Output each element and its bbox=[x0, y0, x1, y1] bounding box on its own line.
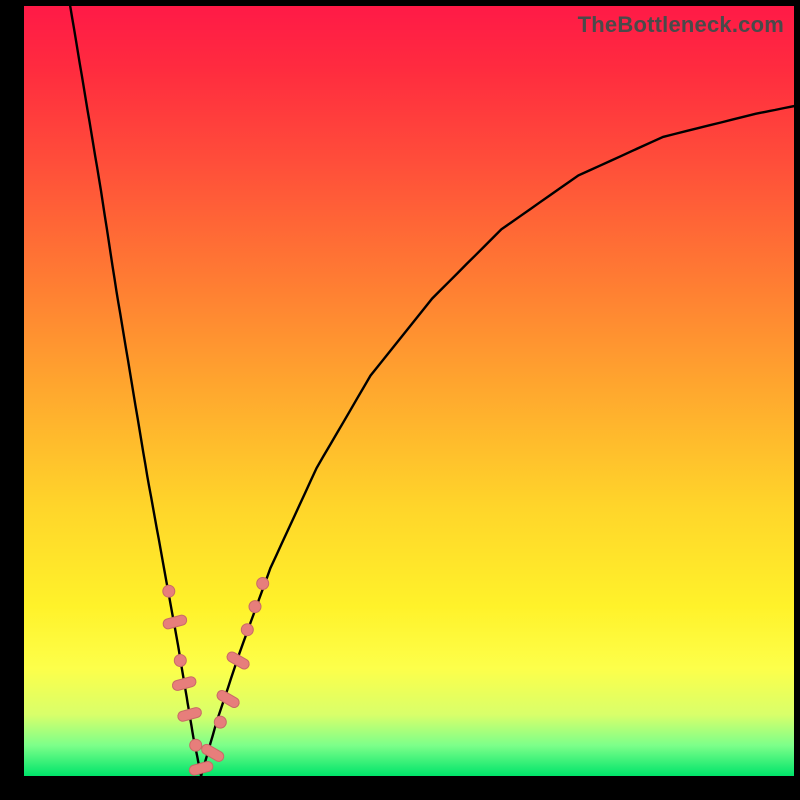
curve-marker bbox=[241, 624, 253, 636]
chart-plot-area: TheBottleneck.com bbox=[24, 6, 794, 776]
curve-marker bbox=[190, 739, 202, 751]
chart-frame: TheBottleneck.com bbox=[0, 0, 800, 800]
chart-svg bbox=[24, 6, 794, 776]
curve-marker bbox=[177, 706, 203, 722]
right-branch-curve bbox=[201, 106, 794, 776]
curve-marker bbox=[188, 760, 214, 776]
curve-marker bbox=[225, 650, 251, 671]
curve-marker bbox=[162, 614, 188, 630]
curve-marker bbox=[249, 601, 261, 613]
curve-marker bbox=[257, 578, 269, 590]
curve-marker bbox=[200, 743, 226, 764]
curve-marker bbox=[174, 655, 186, 667]
curve-marker bbox=[214, 716, 226, 728]
marker-group bbox=[162, 578, 269, 777]
curve-marker bbox=[163, 585, 175, 597]
curve-marker bbox=[215, 689, 241, 710]
curve-marker bbox=[171, 676, 197, 692]
